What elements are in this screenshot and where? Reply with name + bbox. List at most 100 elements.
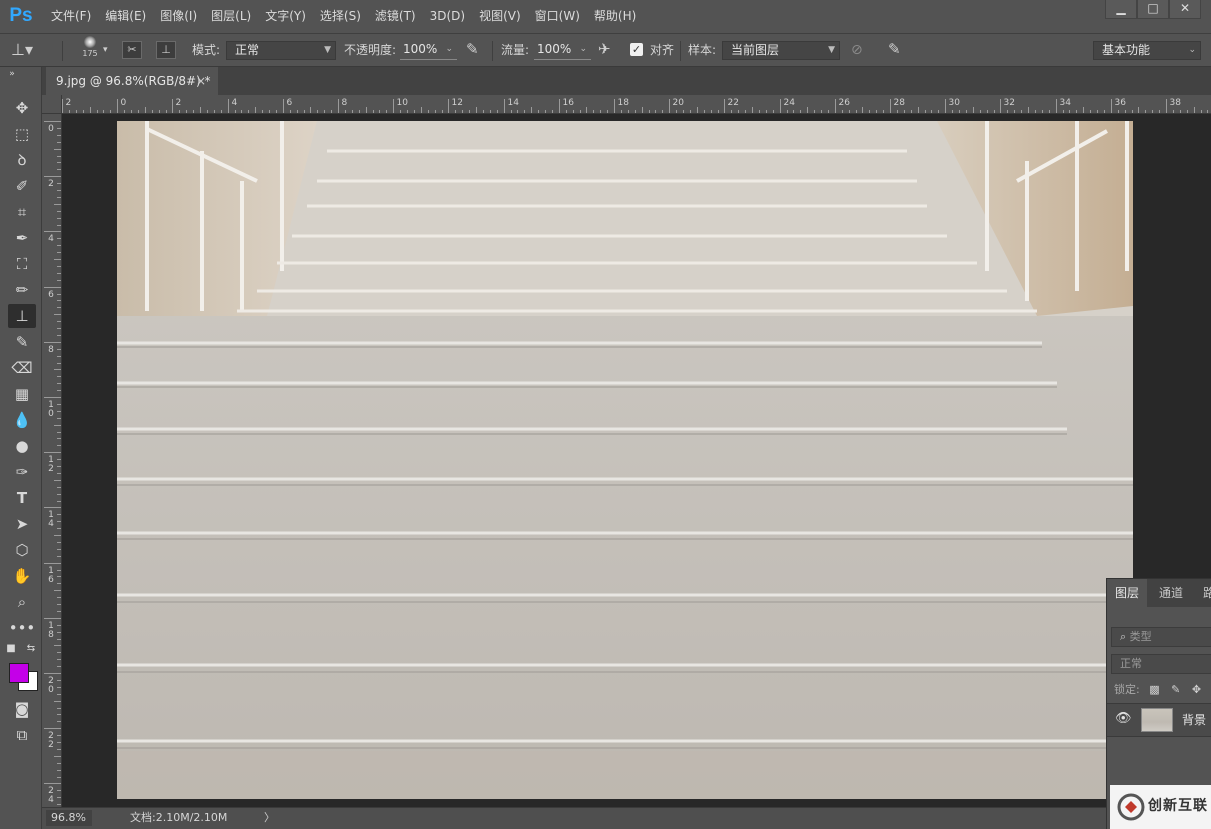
shape-tool-icon[interactable]: ⬡ (8, 538, 36, 562)
brush-preset-picker[interactable]: 175 (78, 36, 102, 60)
menu-layer[interactable]: 图层(L) (204, 0, 258, 33)
lock-transparent-pixels-icon[interactable]: ▩ (1149, 683, 1159, 696)
menu-bar: Ps 文件(F) 编辑(E) 图像(I) 图层(L) 文字(Y) 选择(S) 滤… (0, 0, 1211, 33)
ruler-label: 32 (1003, 98, 1015, 108)
ruler-label: 2 (65, 98, 72, 108)
workspace-select[interactable]: 基本功能 ⌄ (1093, 41, 1201, 60)
maximize-button[interactable]: □ (1137, 0, 1169, 19)
screen-mode-icon[interactable]: ⧉ (8, 723, 36, 747)
ruler-label: 28 (893, 98, 905, 108)
swap-colors-icon[interactable]: ⇆ (24, 642, 38, 656)
type-tool-icon[interactable]: T (8, 486, 36, 510)
document-size-info: 文档:2.10M/2.10M (130, 811, 228, 824)
ruler-label: 4 (231, 98, 238, 108)
chevron-down-icon[interactable]: ▾ (103, 45, 108, 55)
sample-value: 当前图层 (731, 43, 780, 57)
ruler-label: 30 (948, 98, 960, 108)
toggle-brush-panel-icon[interactable]: ✂ (122, 41, 142, 59)
options-bar: ⊥▾ 175 ▾ ✂ ⊥ 模式: 正常 ▼ 不透明度: 100% ⌄ ✎ 流量: 1… (0, 33, 1211, 67)
toggle-clone-source-panel-icon[interactable]: ⊥ (156, 41, 176, 59)
crop-tool-icon[interactable]: ⌗ (8, 200, 36, 224)
lock-image-pixels-icon[interactable]: ✎ (1171, 683, 1180, 696)
horizontal-ruler[interactable]: 2 0 2 4 6 8 10 12 14 16 18 20 22 24 26 28 30 32 34 36 38 (62, 95, 1211, 114)
close-tab-icon[interactable]: × (196, 67, 206, 95)
default-colors-icon[interactable]: ■ (4, 642, 18, 656)
status-menu-arrow-icon[interactable]: 〉 (264, 808, 275, 828)
clone-stamp-tool-icon[interactable]: ⊥ (8, 304, 36, 328)
hand-tool-icon[interactable]: ✋ (8, 564, 36, 588)
flow-field[interactable]: 100% ⌄ (534, 41, 591, 60)
ruler-label: 22 (727, 98, 739, 108)
menu-type[interactable]: 文字(Y) (258, 0, 313, 33)
menu-file[interactable]: 文件(F) (44, 0, 98, 33)
quick-mask-icon[interactable]: ◙ (8, 697, 36, 721)
layer-kind-filter[interactable]: ⌕ 类型 (1111, 627, 1211, 647)
blend-mode-select[interactable]: 正常 (1111, 654, 1211, 674)
opacity-value: 100% (403, 42, 438, 56)
brush-tool-icon[interactable]: ✏ (8, 278, 36, 302)
ruler-label: 34 (1059, 98, 1071, 108)
blur-tool-icon[interactable]: 💧 (8, 408, 36, 432)
lasso-tool-icon[interactable]: ꝺ (8, 148, 36, 172)
pressure-size-icon[interactable]: ✎ (888, 40, 901, 58)
foreground-color-swatch[interactable] (9, 663, 29, 683)
layer-row-background[interactable]: 👁 背景 (1107, 703, 1211, 737)
menu-image[interactable]: 图像(I) (153, 0, 204, 33)
document-canvas-image[interactable] (117, 121, 1133, 799)
lock-label: 锁定: (1114, 683, 1140, 696)
ruler-label: 36 (1114, 98, 1126, 108)
ignore-adjustment-layers-icon[interactable]: ⊘ (851, 42, 863, 58)
ruler-label: 2 (48, 178, 54, 189)
clone-stamp-tool-preset-icon[interactable]: ⊥▾ (8, 38, 36, 62)
menu-edit[interactable]: 编辑(E) (98, 0, 153, 33)
path-selection-tool-icon[interactable]: ➤ (8, 512, 36, 536)
minimize-button[interactable]: ▁ (1105, 0, 1137, 19)
pen-tool-icon[interactable]: ✑ (8, 460, 36, 484)
menu-items: 文件(F) 编辑(E) 图像(I) 图层(L) 文字(Y) 选择(S) 滤镜(T… (44, 0, 643, 33)
lock-position-icon[interactable]: ✥ (1192, 683, 1201, 696)
quick-selection-tool-icon[interactable]: ✐ (8, 174, 36, 198)
gradient-tool-icon[interactable]: ▦ (8, 382, 36, 406)
menu-3d[interactable]: 3D(D) (423, 0, 472, 33)
visibility-eye-icon[interactable]: 👁 (1115, 711, 1132, 726)
move-tool-icon[interactable]: ✥ (8, 96, 36, 120)
pressure-opacity-icon[interactable]: ✎ (466, 40, 479, 58)
menu-filter[interactable]: 滤镜(T) (368, 0, 423, 33)
mode-select[interactable]: 正常 ▼ (226, 41, 336, 60)
chevron-down-icon: ⌄ (1188, 45, 1196, 55)
vertical-ruler[interactable]: 024681012141618202224 (42, 114, 62, 807)
ruler-label: 22 (48, 730, 54, 750)
dodge-tool-icon[interactable]: ● (8, 434, 36, 458)
airbrush-icon[interactable]: ✈ (598, 40, 611, 58)
eraser-tool-icon[interactable]: ⌫ (8, 356, 36, 380)
menu-help[interactable]: 帮助(H) (587, 0, 643, 33)
separator (62, 41, 63, 61)
menu-view[interactable]: 视图(V) (472, 0, 528, 33)
zoom-level-field[interactable]: 96.8% (46, 810, 92, 826)
document-tab[interactable]: 9.jpg @ 96.8%(RGB/8#) * × (46, 67, 218, 95)
status-bar: 96.8% 文档:2.10M/2.10M 〉 (42, 807, 1211, 829)
tab-layers[interactable]: 图层 (1107, 579, 1148, 607)
zoom-tool-icon[interactable]: ⌕ (8, 590, 36, 614)
layer-name: 背景 (1182, 713, 1207, 727)
tab-paths[interactable]: 路 (1195, 579, 1211, 607)
ruler-label: 24 (783, 98, 795, 108)
menu-window[interactable]: 窗口(W) (528, 0, 587, 33)
sample-select[interactable]: 当前图层 ▼ (722, 41, 840, 60)
spot-healing-brush-tool-icon[interactable]: ⛶ (8, 252, 36, 276)
menu-select[interactable]: 选择(S) (313, 0, 368, 33)
ruler-label: 12 (48, 454, 54, 474)
rectangular-marquee-tool-icon[interactable]: ⬚ (8, 122, 36, 146)
tab-channels[interactable]: 通道 (1151, 579, 1191, 607)
chevron-down-icon: ▼ (324, 45, 331, 55)
ruler-label: 8 (341, 98, 348, 108)
opacity-field[interactable]: 100% ⌄ (400, 41, 457, 60)
ruler-label: 10 (396, 98, 408, 108)
more-tools-icon[interactable]: ••• (8, 616, 36, 640)
aligned-checkbox[interactable]: ✓ (630, 43, 643, 56)
eyedropper-tool-icon[interactable]: ✒ (8, 226, 36, 250)
watermark-logo: 创新互联 (1110, 785, 1211, 829)
history-brush-tool-icon[interactable]: ✎ (8, 330, 36, 354)
close-window-button[interactable]: ✕ (1169, 0, 1201, 19)
collapse-toolbar-icon[interactable]: » (2, 67, 22, 81)
